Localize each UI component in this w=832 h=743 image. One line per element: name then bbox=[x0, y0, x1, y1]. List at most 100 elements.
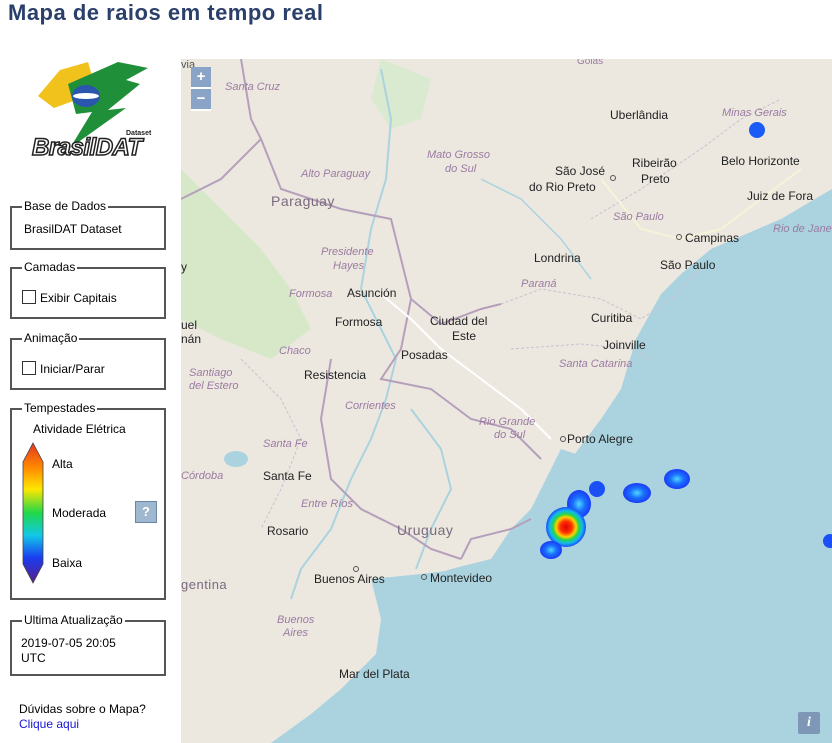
map-label: Posadas bbox=[401, 348, 448, 362]
scale-high-label: Alta bbox=[52, 457, 73, 471]
map-label: Mar del Plata bbox=[339, 667, 410, 681]
animation-toggle-option[interactable]: Iniciar/Parar bbox=[22, 361, 105, 376]
layers-panel: Camadas Exibir Capitais bbox=[10, 260, 166, 319]
map-label: São José bbox=[555, 164, 605, 178]
database-value: BrasilDAT Dataset bbox=[24, 222, 122, 236]
map-label: Curitiba bbox=[591, 311, 633, 325]
map-label: Formosa bbox=[289, 288, 332, 300]
map-label: Corrientes bbox=[345, 400, 396, 412]
map-canvas[interactable]: Goiás via Santa Cruz Uberlândia Minas Ge… bbox=[181, 59, 832, 743]
map-label: Santa Fe bbox=[263, 438, 308, 450]
zoom-in-button[interactable]: + bbox=[191, 67, 211, 89]
map-label: Paraná bbox=[521, 278, 556, 290]
map-label: Belo Horizonte bbox=[721, 154, 800, 168]
map-label: Presidente bbox=[321, 246, 374, 258]
storms-subtitle: Atividade Elétrica bbox=[33, 422, 126, 436]
map-label: Rio de Jane bbox=[773, 223, 832, 235]
map-label: Preto bbox=[641, 172, 670, 186]
uruguay-river bbox=[410, 408, 453, 570]
map-label: Formosa bbox=[335, 315, 383, 329]
animation-panel-title: Animação bbox=[22, 331, 80, 345]
city-marker-sao-jose bbox=[610, 175, 616, 181]
map-label: Alto Paraguay bbox=[300, 168, 372, 180]
forest-area bbox=[371, 59, 431, 129]
map-label: Santa Cruz bbox=[225, 81, 281, 93]
map-label: Hayes bbox=[333, 260, 365, 272]
last-update-panel: Ultima Atualização 2019-07-05 20:05 UTC bbox=[10, 613, 166, 676]
map-label: do Sul bbox=[494, 429, 526, 441]
storm-cell bbox=[623, 483, 651, 503]
show-capitals-checkbox[interactable] bbox=[22, 290, 36, 304]
map-label: Rosario bbox=[267, 524, 309, 538]
map-label: Buenos Aires bbox=[314, 572, 385, 586]
map-label: Este bbox=[452, 329, 476, 343]
map-questions-link[interactable]: Clique aqui bbox=[19, 717, 79, 731]
map-label: Ribeirão bbox=[632, 156, 677, 170]
info-icon[interactable]: i bbox=[798, 712, 820, 734]
database-panel: Base de Dados BrasilDAT Dataset bbox=[10, 199, 166, 250]
map-label: Mato Grosso bbox=[427, 149, 490, 161]
map-label: nán bbox=[181, 332, 201, 346]
map-label: Asunción bbox=[347, 286, 396, 300]
map-label: Buenos bbox=[277, 614, 315, 626]
page-title: Mapa de raios em tempo real bbox=[8, 0, 324, 25]
storm-cell bbox=[540, 541, 562, 559]
storms-panel-title: Tempestades bbox=[22, 401, 98, 415]
city-marker-buenos-aires bbox=[353, 566, 359, 572]
lake bbox=[224, 451, 248, 467]
map-label: do Rio Preto bbox=[529, 180, 596, 194]
layers-panel-title: Camadas bbox=[22, 260, 78, 274]
map-label: Córdoba bbox=[181, 470, 223, 482]
map-label: Montevideo bbox=[430, 571, 492, 585]
storm-cell-intense bbox=[546, 507, 586, 547]
intensity-color-scale bbox=[22, 442, 44, 584]
animation-checkbox[interactable] bbox=[22, 361, 36, 375]
map-label: Londrina bbox=[534, 251, 581, 265]
map-label: uel bbox=[181, 318, 197, 332]
map-questions-text: Dúvidas sobre o Mapa? bbox=[19, 702, 146, 716]
map-label: Resistencia bbox=[304, 368, 366, 382]
map-label: Santiago bbox=[189, 367, 232, 379]
lightning-map[interactable]: Goiás via Santa Cruz Uberlândia Minas Ge… bbox=[181, 59, 832, 743]
help-icon[interactable]: ? bbox=[135, 501, 157, 523]
map-label: Campinas bbox=[685, 231, 739, 245]
storm-cell bbox=[749, 122, 765, 138]
map-label: Joinville bbox=[603, 338, 646, 352]
map-label: Rio Grande bbox=[479, 416, 535, 428]
map-label: Chaco bbox=[279, 345, 311, 357]
storm-cell bbox=[664, 469, 690, 489]
map-label: gentina bbox=[181, 577, 227, 592]
last-update-title: Ultima Atualização bbox=[22, 613, 125, 627]
last-update-value: 2019-07-05 20:05 UTC bbox=[21, 636, 116, 665]
logo-text: BrasilDAT bbox=[31, 133, 143, 162]
map-label: Ciudad del bbox=[430, 314, 487, 328]
map-label: del Estero bbox=[189, 380, 239, 392]
scale-moderate-label: Moderada bbox=[52, 506, 107, 520]
map-label: Goiás bbox=[577, 59, 603, 67]
city-marker-porto-alegre bbox=[560, 436, 566, 442]
logo-subtext: Dataset bbox=[126, 130, 152, 137]
map-label: do Sul bbox=[445, 163, 477, 175]
map-label: Aires bbox=[282, 627, 309, 639]
atlantic-ocean bbox=[271, 189, 832, 743]
scale-low-label: Baixa bbox=[52, 556, 83, 570]
map-label: Minas Gerais bbox=[722, 107, 787, 119]
map-label: Juiz de Fora bbox=[747, 189, 813, 203]
map-label: Paraguay bbox=[271, 193, 335, 209]
map-label: São Paulo bbox=[660, 258, 716, 272]
zoom-out-button[interactable]: − bbox=[191, 89, 211, 111]
show-capitals-option[interactable]: Exibir Capitais bbox=[22, 290, 117, 305]
map-label: Uberlândia bbox=[610, 108, 668, 122]
zoom-controls: + − bbox=[191, 67, 211, 111]
map-label: Santa Fe bbox=[263, 469, 312, 483]
map-label: y bbox=[181, 260, 187, 274]
map-label: Porto Alegre bbox=[567, 432, 633, 446]
animation-label: Iniciar/Parar bbox=[40, 362, 105, 376]
animation-panel: Animação Iniciar/Parar bbox=[10, 331, 166, 390]
storm-cell bbox=[589, 481, 605, 497]
map-label: Santa Catarina bbox=[559, 358, 632, 370]
map-label: Entre Ríos bbox=[301, 498, 353, 510]
show-capitals-label: Exibir Capitais bbox=[40, 291, 117, 305]
map-label: São Paulo bbox=[613, 211, 664, 223]
database-panel-title: Base de Dados bbox=[22, 199, 109, 213]
